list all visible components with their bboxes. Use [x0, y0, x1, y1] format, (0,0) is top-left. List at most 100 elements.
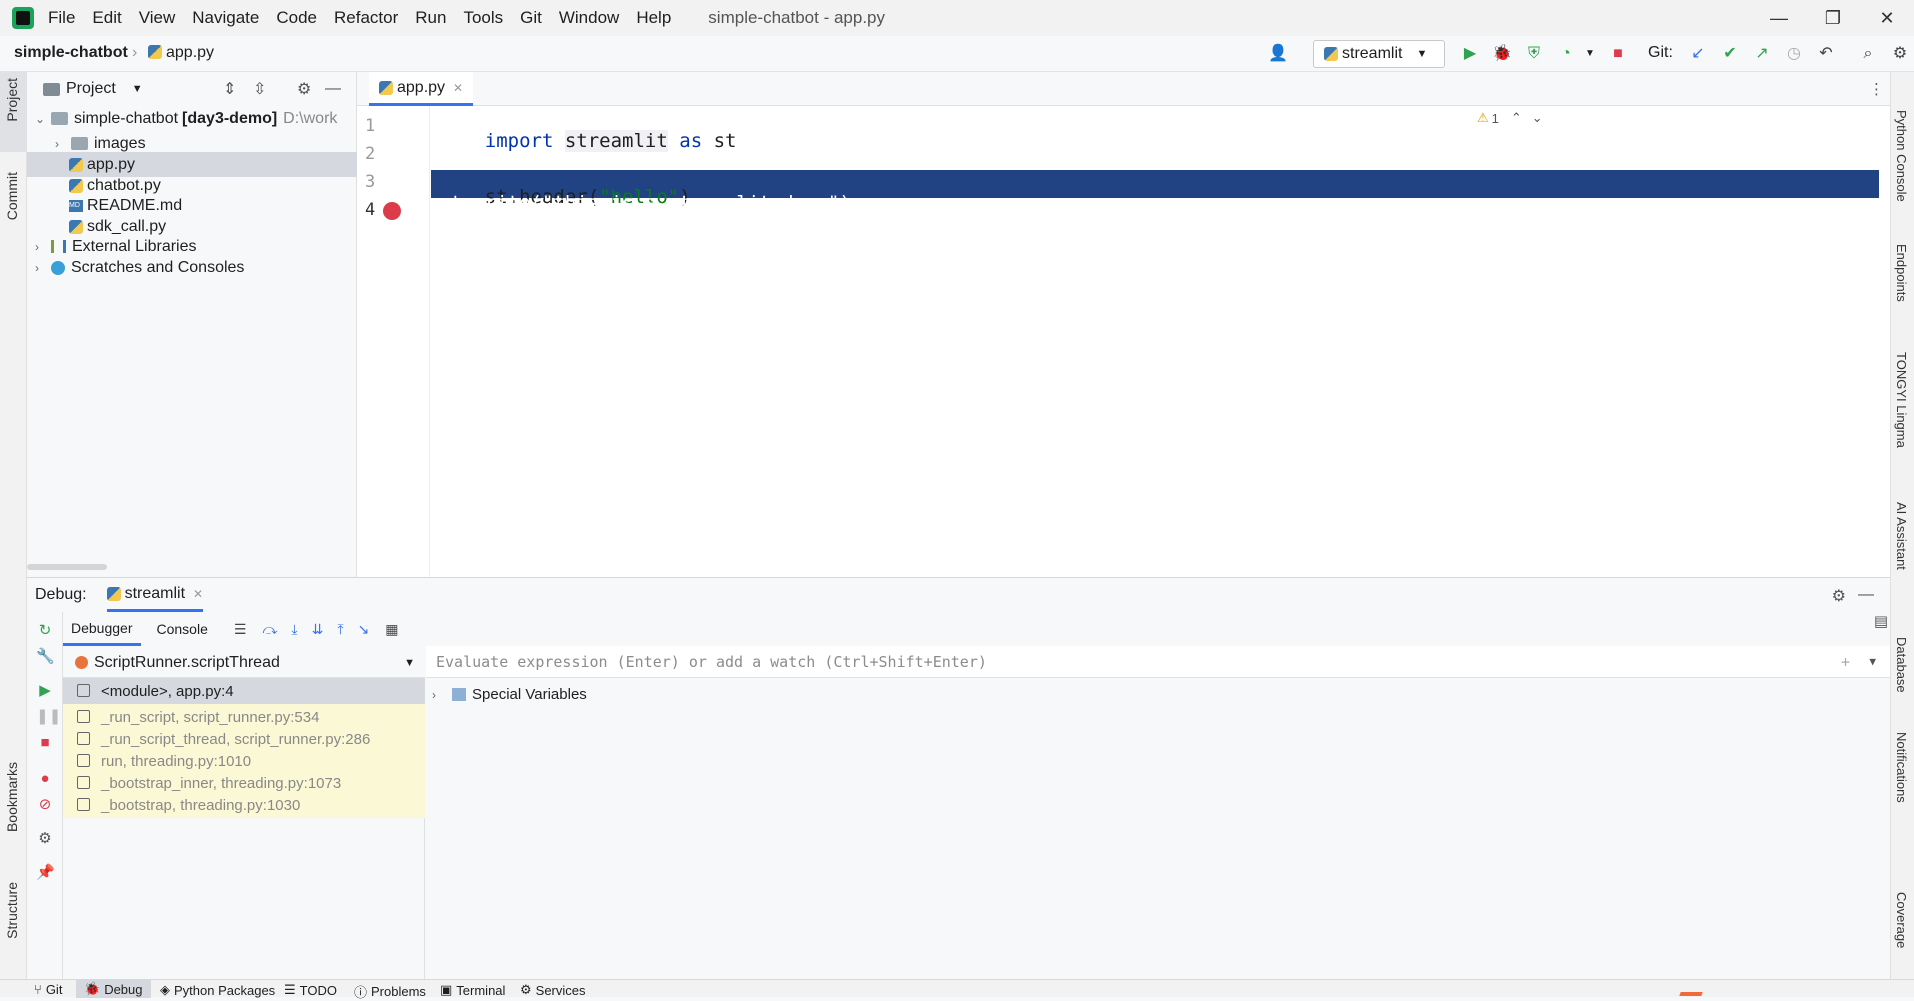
menu-view[interactable]: View: [139, 8, 176, 28]
close-tab-icon[interactable]: ✕: [193, 587, 203, 601]
hide-panel-icon[interactable]: —: [325, 80, 341, 98]
evaluate-expression-icon[interactable]: ▦: [385, 621, 398, 638]
menu-git[interactable]: Git: [520, 8, 542, 28]
tool-endpoints[interactable]: Endpoints: [1894, 244, 1909, 302]
coverage-icon[interactable]: ⛨: [1524, 44, 1544, 64]
frame-icon: [77, 776, 90, 789]
layout-options-icon[interactable]: ▤: [1874, 612, 1888, 630]
stop-icon[interactable]: ■: [1608, 44, 1628, 64]
pin-icon[interactable]: 📌: [36, 864, 55, 882]
close-window-button[interactable]: ✕: [1860, 0, 1914, 36]
resume-icon[interactable]: ▶: [36, 682, 54, 700]
close-tab-icon[interactable]: ✕: [453, 81, 463, 95]
tool-git[interactable]: ⑂ Git: [34, 982, 62, 997]
minimize-button[interactable]: —: [1752, 0, 1806, 36]
tool-python-packages[interactable]: ◈ Python Packages: [160, 982, 275, 998]
collapse-all-icon[interactable]: ⇳: [253, 79, 266, 99]
project-panel-title[interactable]: Project: [66, 80, 116, 98]
search-icon[interactable]: ⌕: [1858, 44, 1878, 64]
tool-tongyi-lingma[interactable]: TONGYI Lingma: [1894, 352, 1909, 448]
menu-file[interactable]: File: [48, 8, 75, 28]
tab-debugger[interactable]: Debugger: [63, 612, 141, 646]
debug-session-tab[interactable]: streamlit ✕: [106, 578, 204, 612]
settings-gear-icon[interactable]: ⚙: [1832, 586, 1846, 606]
step-out-icon[interactable]: ⤒: [337, 621, 343, 638]
tool-commit[interactable]: Commit: [4, 172, 20, 220]
inspection-widget[interactable]: ⚠ 1 ⌃ ⌄: [1477, 110, 1543, 126]
tool-coverage[interactable]: Coverage: [1894, 892, 1909, 948]
add-watch-icon[interactable]: +: [1841, 653, 1850, 671]
tool-bookmarks[interactable]: Bookmarks: [4, 762, 20, 832]
tool-terminal[interactable]: ▣ Terminal: [440, 982, 505, 998]
chevron-down-icon[interactable]: ▼: [132, 83, 143, 95]
tool-services[interactable]: ⚙ Services: [520, 982, 586, 998]
run-configuration-select[interactable]: streamlit ▼: [1313, 40, 1445, 68]
code-line-4[interactable]: st.write("this is a streamlit demo"): [439, 192, 851, 214]
breadcrumb-file[interactable]: app.py: [148, 44, 214, 62]
rerun-icon[interactable]: ↻: [36, 622, 54, 640]
menu-window[interactable]: Window: [559, 8, 619, 28]
tool-debug[interactable]: 🐞 Debug: [76, 980, 151, 998]
run-to-cursor-icon[interactable]: ↘: [358, 621, 370, 638]
menu-navigate[interactable]: Navigate: [192, 8, 259, 28]
git-history-icon[interactable]: ◷: [1784, 44, 1804, 64]
view-breakpoints-icon[interactable]: ●: [36, 770, 54, 788]
frame-item[interactable]: <module>, app.py:4: [63, 678, 425, 704]
step-into-my-code-icon[interactable]: ⇊: [312, 621, 324, 638]
evaluate-expression-input[interactable]: Evaluate expression (Enter) or add a wat…: [426, 646, 1890, 678]
expand-all-icon[interactable]: ⇕: [223, 79, 236, 99]
thread-select[interactable]: ScriptRunner.scriptThread ▼: [63, 648, 425, 678]
more-run-chevron-icon[interactable]: ▼: [1580, 44, 1600, 64]
special-variables-node[interactable]: › Special Variables: [432, 686, 587, 703]
breakpoint-icon[interactable]: [383, 202, 401, 220]
code-token: as: [679, 130, 703, 152]
step-over-icon[interactable]: ⤼: [262, 621, 277, 638]
menu-code[interactable]: Code: [276, 8, 317, 28]
stop-icon[interactable]: ■: [36, 734, 54, 752]
restore-button[interactable]: ❐: [1806, 0, 1860, 36]
tool-project[interactable]: Project: [4, 78, 20, 122]
menu-tools[interactable]: Tools: [463, 8, 503, 28]
menu-lines-icon[interactable]: ☰: [234, 621, 247, 638]
tab-app-py[interactable]: app.py ✕: [369, 72, 474, 106]
run-icon[interactable]: ▶: [1460, 44, 1480, 64]
tree-root[interactable]: ⌄ simple-chatbot [day3-demo] D:\work: [35, 106, 355, 131]
chevron-down-icon[interactable]: ⌄: [1532, 110, 1543, 126]
menu-run[interactable]: Run: [415, 8, 446, 28]
settings-gear-icon[interactable]: ⚙: [36, 830, 54, 848]
pause-icon[interactable]: ❚❚: [36, 708, 61, 726]
tool-notifications[interactable]: Notifications: [1894, 732, 1909, 803]
step-into-icon[interactable]: ⤓: [291, 621, 297, 638]
tool-problems[interactable]: ⓘ Problems: [354, 982, 426, 1001]
chevron-down-icon[interactable]: ▼: [1869, 655, 1876, 668]
menu-edit[interactable]: Edit: [92, 8, 121, 28]
frame-item[interactable]: _bootstrap, threading.py:1030: [63, 792, 425, 818]
horizontal-scrollbar[interactable]: [27, 564, 107, 570]
tree-item-scratches[interactable]: › Scratches and Consoles: [35, 255, 244, 280]
git-update-icon[interactable]: ↙: [1688, 44, 1708, 64]
menu-help[interactable]: Help: [636, 8, 671, 28]
settings-gear-icon[interactable]: ⚙: [1890, 44, 1910, 64]
user-account-icon[interactable]: 👤: [1268, 44, 1288, 64]
tool-structure[interactable]: Structure: [4, 882, 20, 939]
debug-icon[interactable]: 🐞: [1492, 44, 1512, 64]
modify-run-config-icon[interactable]: 🔧: [36, 648, 55, 666]
git-commit-icon[interactable]: ✔: [1720, 44, 1740, 64]
profile-icon[interactable]: ◔: [1556, 44, 1576, 64]
git-rollback-icon[interactable]: ↶: [1816, 44, 1836, 64]
tool-todo[interactable]: ☰ TODO: [284, 982, 337, 998]
mute-breakpoints-icon[interactable]: ⊘: [36, 796, 54, 814]
settings-gear-icon[interactable]: ⚙: [297, 79, 311, 99]
menu-refactor[interactable]: Refactor: [334, 8, 398, 28]
chevron-up-icon[interactable]: ⌃: [1511, 110, 1522, 126]
tab-console[interactable]: Console: [157, 621, 208, 637]
tool-python-console[interactable]: Python Console: [1894, 110, 1909, 202]
tree-root-path: D:\work: [283, 109, 338, 127]
git-push-icon[interactable]: ↗: [1752, 44, 1772, 64]
line-number: 4: [365, 200, 376, 220]
tool-database[interactable]: Database: [1894, 637, 1909, 693]
tool-ai-assistant[interactable]: AI Assistant: [1894, 502, 1909, 570]
hide-panel-icon[interactable]: —: [1858, 586, 1874, 604]
more-options-icon[interactable]: ⋮: [1869, 80, 1884, 98]
breadcrumb-project[interactable]: simple-chatbot: [14, 44, 128, 62]
